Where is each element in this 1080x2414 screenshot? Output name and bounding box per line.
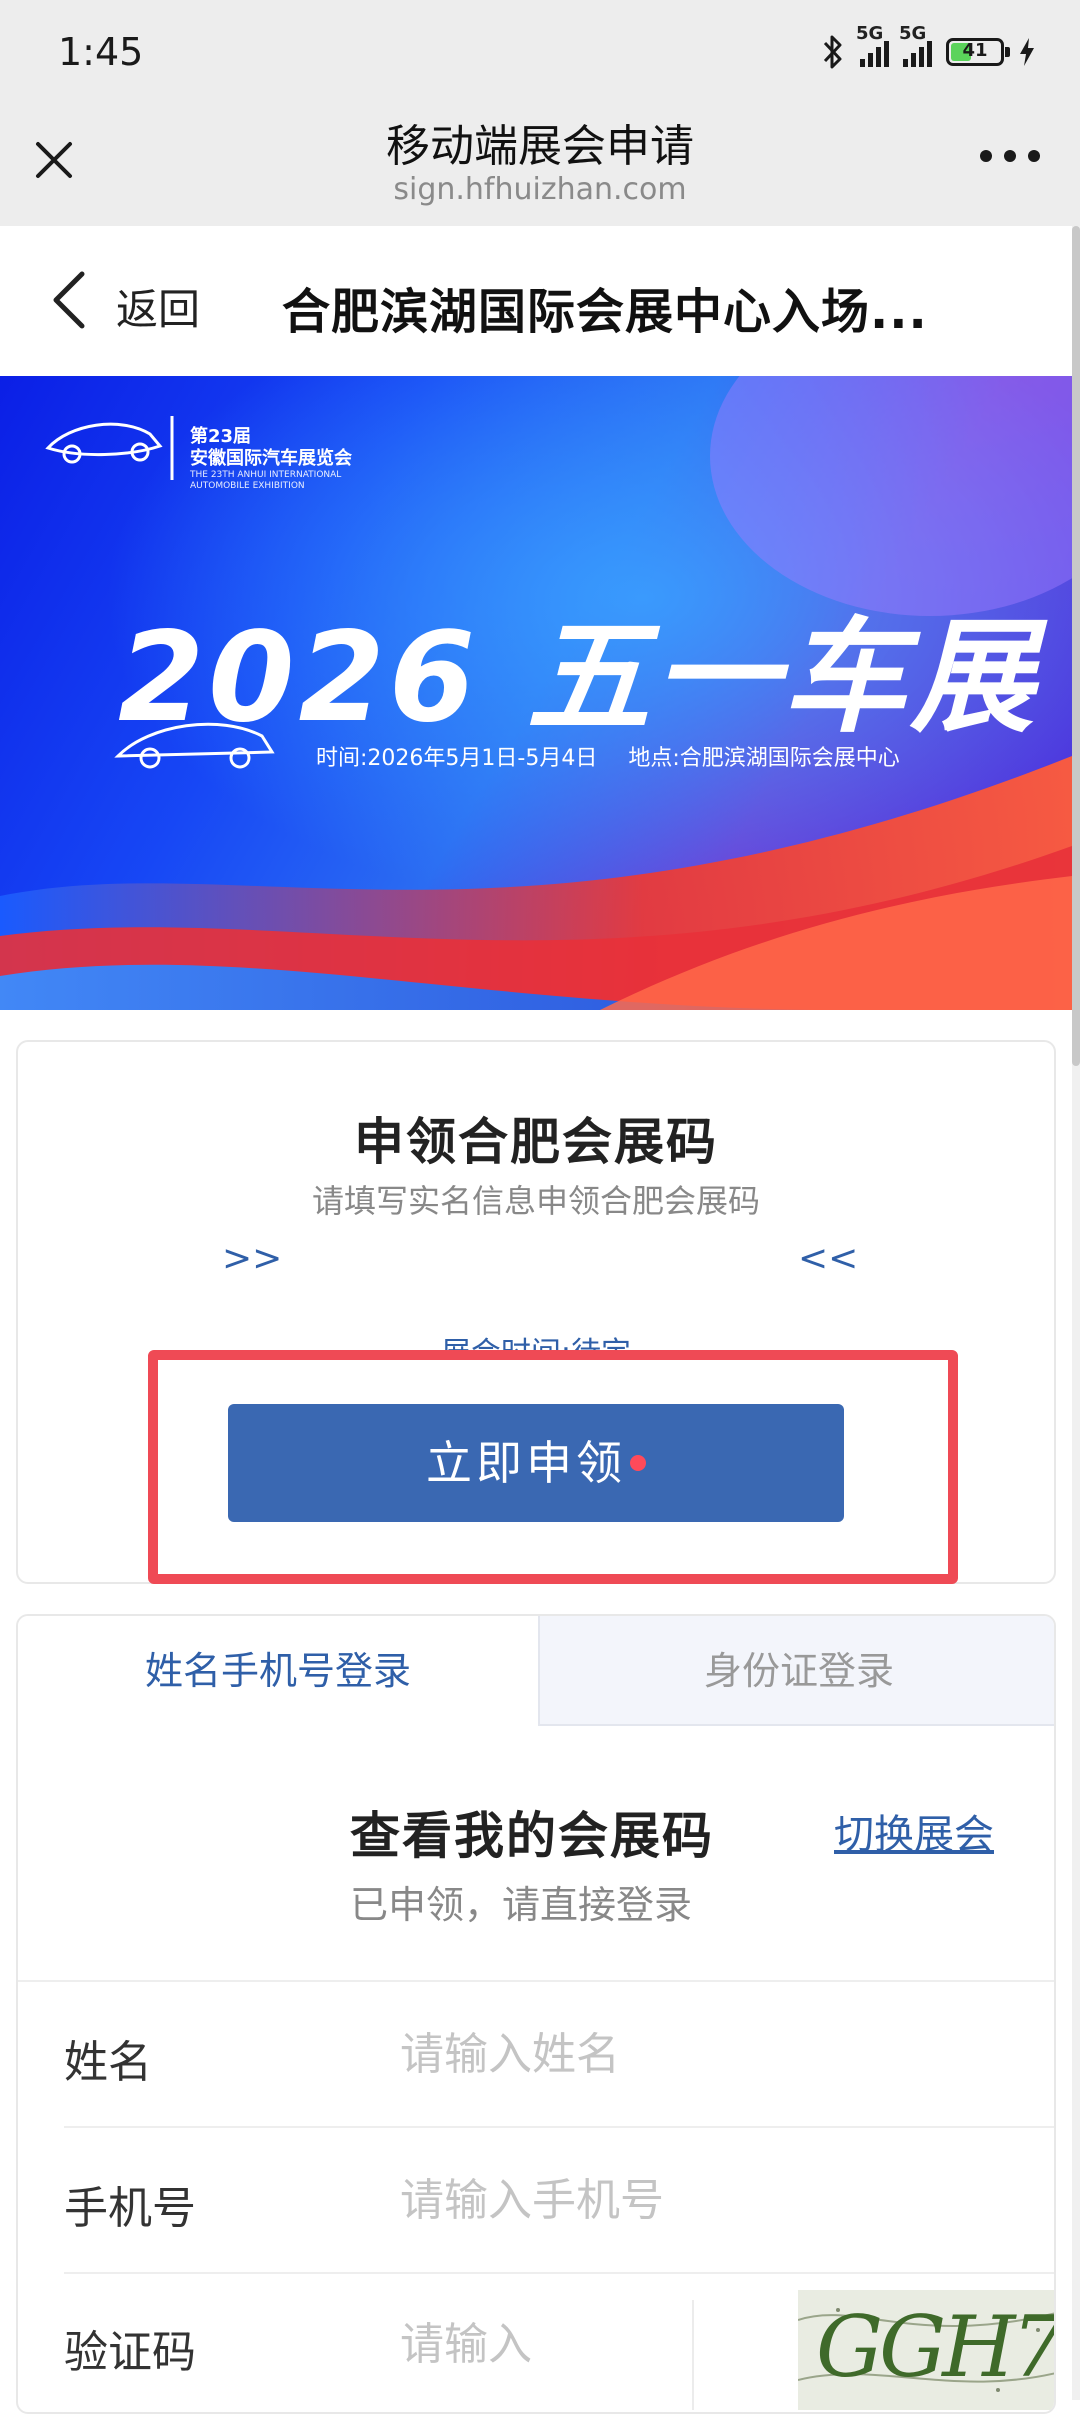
bluetooth-icon [823,35,842,69]
captcha-text: GGH7 [816,2298,1056,2396]
captcha-label: 验证码 [64,2327,196,2378]
captcha-image[interactable]: GGH7 [798,2290,1056,2410]
more-icon[interactable] [980,150,1040,166]
status-bar: 1:45 5G 5G 41 [0,0,1080,100]
tab-id-card-login[interactable]: 身份证登录 [538,1616,1054,1726]
name-label: 姓名 [64,2037,152,2088]
event-name-en: AUTOMOBILE EXHIBITION [190,481,305,491]
browser-title-bar: 移动端展会申请 sign.hfhuizhan.com [0,100,1080,226]
apply-now-button[interactable]: 立即申领 [228,1404,844,1522]
event-name-en: THE 23TH ANHUI INTERNATIONAL [190,470,342,480]
login-title: 查看我的会展码 [350,1807,714,1865]
notification-dot [630,1454,646,1471]
captcha-field-row: 验证码 GGH7 [64,2272,1056,2412]
phone-field-row: 手机号 [64,2128,1054,2274]
signal-icon: 5G [856,23,889,67]
charging-icon [1020,38,1034,66]
banner-time: 时间:2026年5月1日-5月4日 [316,746,598,771]
banner-info: 时间:2026年5月1日-5月4日 地点:合肥滨湖国际会展中心 [316,740,924,772]
captcha-divider [692,2300,694,2410]
network-type-label: 5G [856,23,884,44]
event-name: 安徽国际汽车展览会 [190,448,352,469]
banner-event-name: 第23届 安徽国际汽车展览会 THE 23TH ANHUI INTERNATIO… [190,426,352,492]
banner-location: 地点:合肥滨湖国际会展中心 [628,746,900,771]
name-field-row: 姓名 [64,1982,1054,2128]
apply-title: 申领合肥会展码 [354,1113,718,1171]
nav-title: 合肥滨湖国际会展中心入场... [282,284,928,340]
arrow-left-indicator: >> [222,1238,283,1279]
switch-exhibition-link[interactable]: 切换展会 [834,1802,994,1860]
exhibit-time: 展会时间:待定 [18,1328,1054,1350]
back-icon[interactable] [48,270,92,330]
back-button[interactable]: 返回 [116,276,200,337]
scrollbar-thumb[interactable] [1072,226,1080,1066]
event-number: 第23届 [190,426,252,447]
status-icons: 5G 5G 41 [820,23,1036,74]
page-scrollbar[interactable] [1072,226,1080,2400]
page-title: 移动端展会申请 [386,121,694,172]
login-card: 姓名手机号登录 身份证登录 查看我的会展码 切换展会 已申领，请直接登录 姓名 … [16,1614,1056,2414]
apply-button-label: 立即申领 [426,1436,626,1490]
phone-input[interactable] [398,2164,962,2236]
apply-subtitle: 请填写实名信息申领合肥会展码 [311,1182,760,1220]
name-input[interactable] [398,2018,962,2090]
tab-name-phone-login[interactable]: 姓名手机号登录 [18,1616,538,1726]
battery-icon: 41 [946,38,1010,66]
page-domain: sign.hfhuizhan.com [393,172,687,207]
captcha-input[interactable] [398,2308,682,2380]
status-time: 1:45 [58,30,144,74]
arrow-right-indicator: << [798,1238,859,1279]
event-banner[interactable]: 第23届 安徽国际汽车展览会 THE 23TH ANHUI INTERNATIO… [0,376,1072,1010]
signal-icon: 5G [899,23,932,67]
login-subtitle: 已申领，请直接登录 [350,1883,693,1927]
phone-label: 手机号 [64,2183,196,2234]
battery-level: 41 [962,40,988,61]
network-type-label: 5G [899,23,927,44]
banner-headline: 2026 五一车展 [118,606,1039,750]
nav-header: 返回 合肥滨湖国际会展中心入场... [0,226,1080,376]
